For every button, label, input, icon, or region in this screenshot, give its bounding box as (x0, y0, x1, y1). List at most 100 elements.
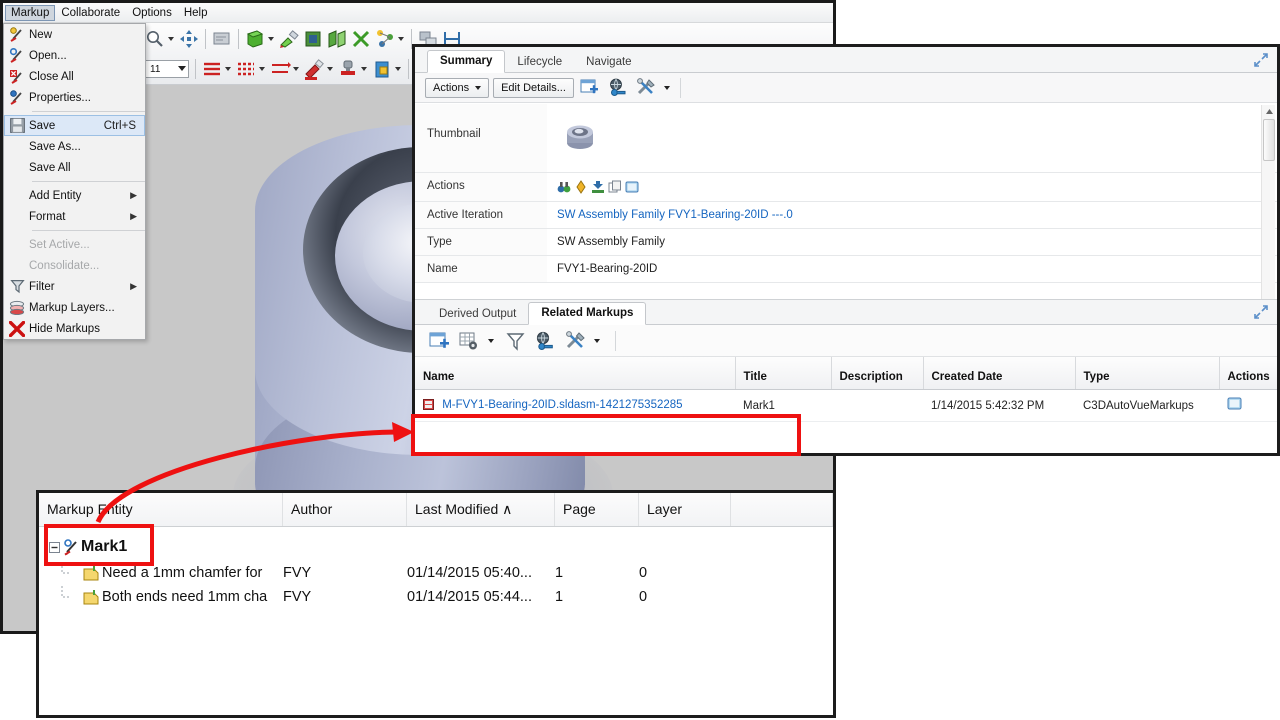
markup-name-link[interactable]: M-FVY1-Bearing-20ID.sldasm-1421275352285 (442, 399, 682, 411)
pan-tool-icon[interactable] (178, 28, 200, 50)
globe-key-icon[interactable] (533, 330, 557, 352)
lifecycle-icon[interactable] (574, 180, 588, 194)
menu-options[interactable]: Options (126, 5, 178, 21)
menu-item-label: Open... (29, 50, 144, 62)
column-header-name[interactable]: Name (415, 357, 735, 390)
new-markup-icon[interactable] (427, 330, 451, 352)
entity-column-author[interactable]: Author (283, 493, 407, 526)
submenu-arrow-icon: ▶ (130, 190, 144, 201)
binoculars-icon[interactable] (557, 180, 571, 194)
menu-bar: Markup Collaborate Options Help (3, 3, 833, 23)
cell-description (831, 390, 923, 422)
summary-row-active-iteration: Active Iteration SW Assembly Family FVY1… (415, 202, 1277, 229)
zoom-dropdown-caret[interactable] (168, 37, 174, 41)
assembly-tree-icon[interactable] (374, 28, 396, 50)
filter-icon[interactable] (503, 330, 527, 352)
menu-item-properties[interactable]: Properties... (4, 87, 145, 108)
arrow-style-icon[interactable] (269, 58, 291, 80)
tab-navigate[interactable]: Navigate (574, 52, 643, 73)
column-header-created-date[interactable]: Created Date (923, 357, 1075, 390)
summary-row-actions: Actions (415, 173, 1277, 202)
fill-color-caret[interactable] (327, 67, 333, 71)
entity-child-last-modified: 01/14/2015 05:40... (407, 565, 555, 581)
measure-tool-icon[interactable] (350, 28, 372, 50)
lock-markup-caret[interactable] (395, 67, 401, 71)
new-window-icon[interactable] (578, 77, 602, 99)
font-size-combo[interactable]: 11 (145, 60, 189, 78)
cell-created-date: 1/14/2015 5:42:32 PM (923, 390, 1075, 422)
solid-view-caret[interactable] (268, 37, 274, 41)
render-style-icon[interactable] (278, 28, 300, 50)
solid-view-icon[interactable] (244, 28, 266, 50)
related-markups-table: Name Title Description Created Date Type… (415, 357, 1277, 422)
entity-root-row[interactable]: Mark1 (39, 533, 833, 561)
active-iteration-link[interactable]: SW Assembly Family FVY1-Bearing-20ID ---… (557, 209, 793, 221)
menu-item-new[interactable]: New (4, 24, 145, 45)
download-icon[interactable] (591, 180, 605, 194)
stamp-icon[interactable] (337, 58, 359, 80)
screenshot-root: Markup Collaborate Options Help (0, 0, 1280, 720)
section-view-icon[interactable] (302, 28, 324, 50)
entity-child-row[interactable]: Need a 1mm chamfer for FVY 01/14/2015 05… (39, 561, 833, 585)
menu-item-format[interactable]: Format▶ (4, 206, 145, 227)
tools-icon[interactable] (563, 330, 587, 352)
entity-column-layer[interactable]: Layer (639, 493, 731, 526)
menu-markup[interactable]: Markup (5, 5, 55, 21)
table-header-row: Name Title Description Created Date Type… (415, 357, 1277, 390)
menu-item-save[interactable]: SaveCtrl+S (4, 115, 145, 136)
arrow-style-caret[interactable] (293, 67, 299, 71)
menu-item-add-entity[interactable]: Add Entity▶ (4, 185, 145, 206)
dash-style-caret[interactable] (259, 67, 265, 71)
column-header-title[interactable]: Title (735, 357, 831, 390)
line-style-icon[interactable] (201, 58, 223, 80)
globe-key-icon[interactable] (606, 77, 630, 99)
tab-derived-output[interactable]: Derived Output (427, 304, 528, 325)
view-icon[interactable] (625, 180, 639, 194)
hide-markups-icon (5, 321, 29, 337)
lock-markup-icon[interactable] (371, 58, 393, 80)
entity-child-row[interactable]: Both ends need 1mm cha FVY 01/14/2015 05… (39, 585, 833, 609)
actions-button[interactable]: Actions (425, 78, 489, 98)
menu-item-filter[interactable]: Filter▶ (4, 276, 145, 297)
menu-item-open[interactable]: Open... (4, 45, 145, 66)
entity-column-page[interactable]: Page (555, 493, 639, 526)
table-settings-icon[interactable] (457, 330, 481, 352)
menu-item-save-all[interactable]: Save All (4, 157, 145, 178)
column-header-type[interactable]: Type (1075, 357, 1219, 390)
note-tool-icon[interactable] (211, 28, 233, 50)
column-header-description[interactable]: Description (831, 357, 923, 390)
markup-dropdown-menu[interactable]: New Open... Close AllProperties... SaveCtrl… (3, 23, 146, 340)
tools-caret[interactable] (664, 86, 670, 90)
scrollbar-thumb[interactable] (1263, 119, 1275, 161)
explode-view-icon[interactable] (326, 28, 348, 50)
column-header-actions[interactable]: Actions (1219, 357, 1277, 390)
summary-scrollbar[interactable] (1261, 105, 1275, 327)
copy-icon[interactable] (608, 180, 622, 194)
entity-column-last-modified[interactable]: Last Modified ∧ (407, 493, 555, 526)
edit-details-button[interactable]: Edit Details... (493, 78, 574, 98)
table-settings-caret[interactable] (488, 339, 494, 343)
scroll-up-arrow-icon[interactable] (1262, 105, 1276, 118)
tools-icon[interactable] (634, 77, 658, 99)
menu-item-markup-layers[interactable]: Markup Layers... (4, 297, 145, 318)
expand-markups-icon[interactable] (1253, 304, 1269, 320)
menu-item-close-all[interactable]: Close All (4, 66, 145, 87)
summary-label-name: Name (415, 256, 547, 282)
menu-item-save-as[interactable]: Save As... (4, 136, 145, 157)
tab-summary[interactable]: Summary (427, 50, 505, 73)
stamp-caret[interactable] (361, 67, 367, 71)
tab-lifecycle[interactable]: Lifecycle (505, 52, 574, 73)
dash-style-icon[interactable] (235, 58, 257, 80)
line-style-caret[interactable] (225, 67, 231, 71)
menu-collaborate[interactable]: Collaborate (55, 5, 126, 21)
tools-caret[interactable] (594, 339, 600, 343)
tab-related-markups[interactable]: Related Markups (528, 302, 646, 325)
menu-item-hide-markups[interactable]: Hide Markups (4, 318, 145, 339)
fill-color-icon[interactable] (303, 58, 325, 80)
zoom-tool-icon[interactable] (144, 28, 166, 50)
assembly-tree-caret[interactable] (398, 37, 404, 41)
entity-column-markup-entity[interactable]: Markup Entity (39, 493, 283, 526)
menu-help[interactable]: Help (178, 5, 214, 21)
view-icon[interactable] (1227, 397, 1242, 411)
expand-dialog-icon[interactable] (1253, 52, 1269, 68)
